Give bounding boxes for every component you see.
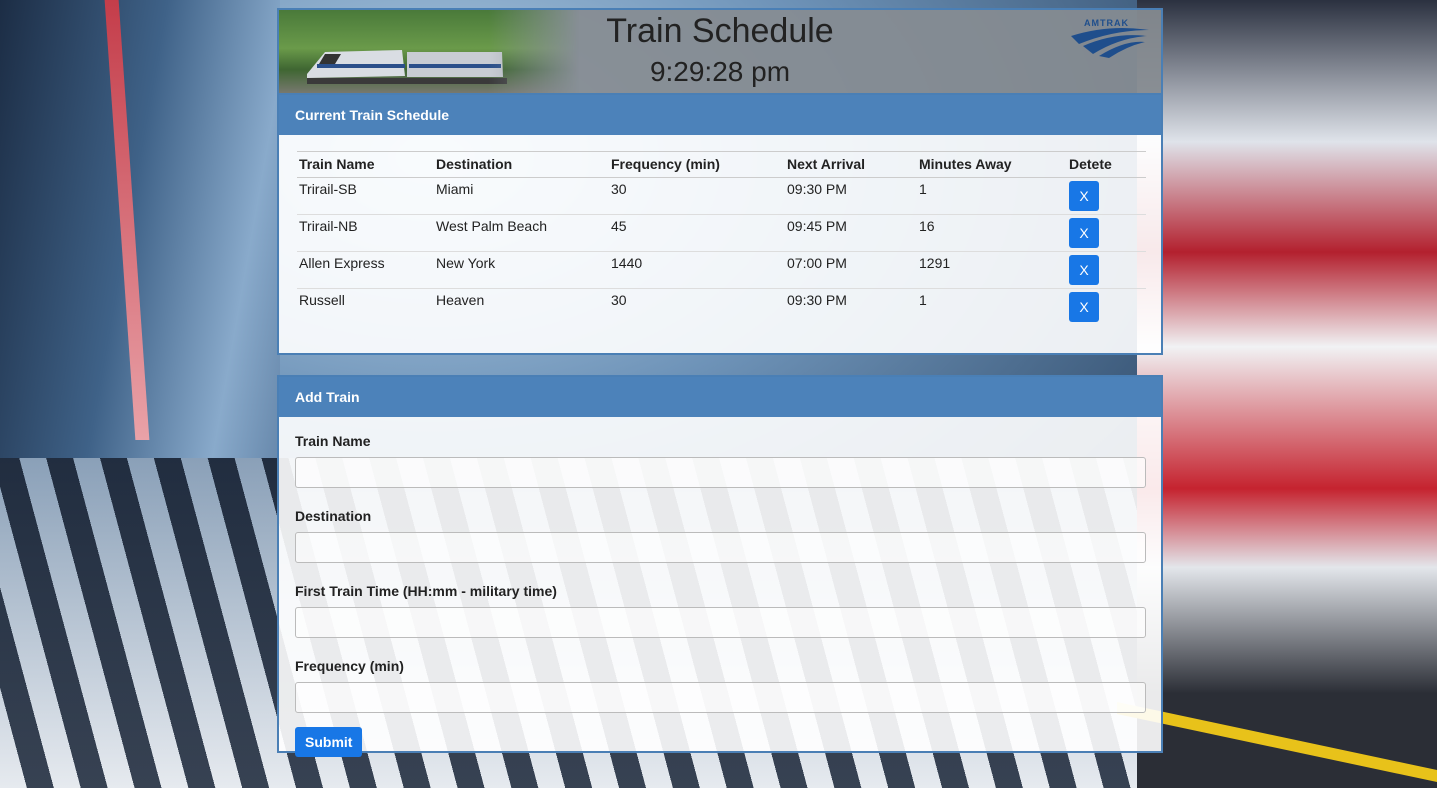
cell-destination: West Palm Beach	[434, 214, 609, 252]
schedule-panel-heading: Current Train Schedule	[279, 95, 1161, 135]
cell-train-name: Trirail-NB	[297, 214, 434, 252]
cell-minutes-away: 16	[917, 214, 1067, 252]
amtrak-logo-icon: AMTRAK	[1071, 18, 1149, 58]
table-row: Russell Heaven 30 09:30 PM 1 X	[297, 289, 1146, 326]
current-schedule-panel: Current Train Schedule Train Name Destin…	[277, 93, 1163, 355]
delete-train-button[interactable]: X	[1069, 218, 1099, 248]
table-header-row: Train Name Destination Frequency (min) N…	[297, 151, 1146, 178]
column-header-destination: Destination	[434, 151, 609, 178]
cell-destination: Miami	[434, 177, 609, 215]
cell-minutes-away: 1	[919, 292, 927, 308]
cell-next-arrival: 09:45 PM	[785, 214, 917, 252]
cell-frequency: 30	[609, 177, 785, 215]
page-title: Train Schedule	[606, 12, 834, 50]
delete-train-button[interactable]: X	[1069, 255, 1099, 285]
delete-train-button[interactable]: X	[1069, 292, 1099, 322]
submit-button[interactable]: Submit	[295, 727, 363, 757]
column-header-frequency: Frequency (min)	[609, 151, 785, 178]
frequency-input[interactable]	[295, 682, 1146, 713]
add-train-panel-heading: Add Train	[279, 377, 1161, 417]
current-time-clock: 9:29:28 pm	[649, 56, 791, 87]
svg-text:AMTRAK: AMTRAK	[1084, 18, 1129, 28]
table-row: Trirail-SB Miami 30 09:30 PM 1 X	[297, 177, 1146, 215]
cell-next-arrival: 09:30 PM	[787, 292, 847, 308]
destination-label: Destination	[295, 508, 372, 524]
column-header-train-name: Train Name	[297, 151, 434, 178]
table-row: Trirail-NB West Palm Beach 45 09:45 PM 1…	[297, 214, 1146, 252]
cell-minutes-away: 1	[917, 177, 1067, 215]
cell-minutes-away: 1291	[917, 251, 1067, 289]
main-container: Train Schedule 9:29:28 pm AMTRAK Current…	[277, 8, 1163, 757]
first-train-time-label: First Train Time (HH:mm - military time)	[295, 583, 557, 599]
add-train-panel: Add Train Train Name Destination First T…	[277, 375, 1163, 757]
frequency-label: Frequency (min)	[295, 658, 404, 674]
cell-frequency: 30	[611, 292, 627, 308]
cell-frequency: 1440	[609, 251, 785, 289]
cell-delete: X	[1067, 177, 1146, 215]
cell-next-arrival: 07:00 PM	[785, 251, 917, 289]
train-schedule-table: Train Name Destination Frequency (min) N…	[297, 151, 1146, 326]
cell-delete: X	[1067, 289, 1146, 326]
delete-train-button[interactable]: X	[1069, 181, 1099, 211]
cell-destination: Heaven	[436, 292, 485, 308]
column-header-delete: Detete	[1067, 151, 1146, 178]
cell-destination: New York	[434, 251, 609, 289]
train-name-input[interactable]	[295, 457, 1146, 488]
cell-train-name: Russell	[299, 292, 345, 308]
train-name-label: Train Name	[295, 433, 371, 449]
column-header-next-arrival: Next Arrival	[785, 151, 917, 178]
cell-delete: X	[1067, 214, 1146, 252]
cell-train-name: Trirail-SB	[297, 177, 434, 215]
table-row: Allen Express New York 1440 07:00 PM 129…	[297, 251, 1146, 289]
column-header-minutes-away: Minutes Away	[917, 151, 1067, 178]
first-train-time-input[interactable]	[295, 607, 1146, 638]
cell-delete: X	[1067, 251, 1146, 289]
cell-next-arrival: 09:30 PM	[785, 177, 917, 215]
destination-input[interactable]	[295, 532, 1146, 563]
page-header: Train Schedule 9:29:28 pm AMTRAK	[277, 8, 1163, 93]
cell-train-name: Allen Express	[297, 251, 434, 289]
add-train-form: Train Name Destination First Train Time …	[279, 417, 1161, 757]
cell-frequency: 45	[609, 214, 785, 252]
